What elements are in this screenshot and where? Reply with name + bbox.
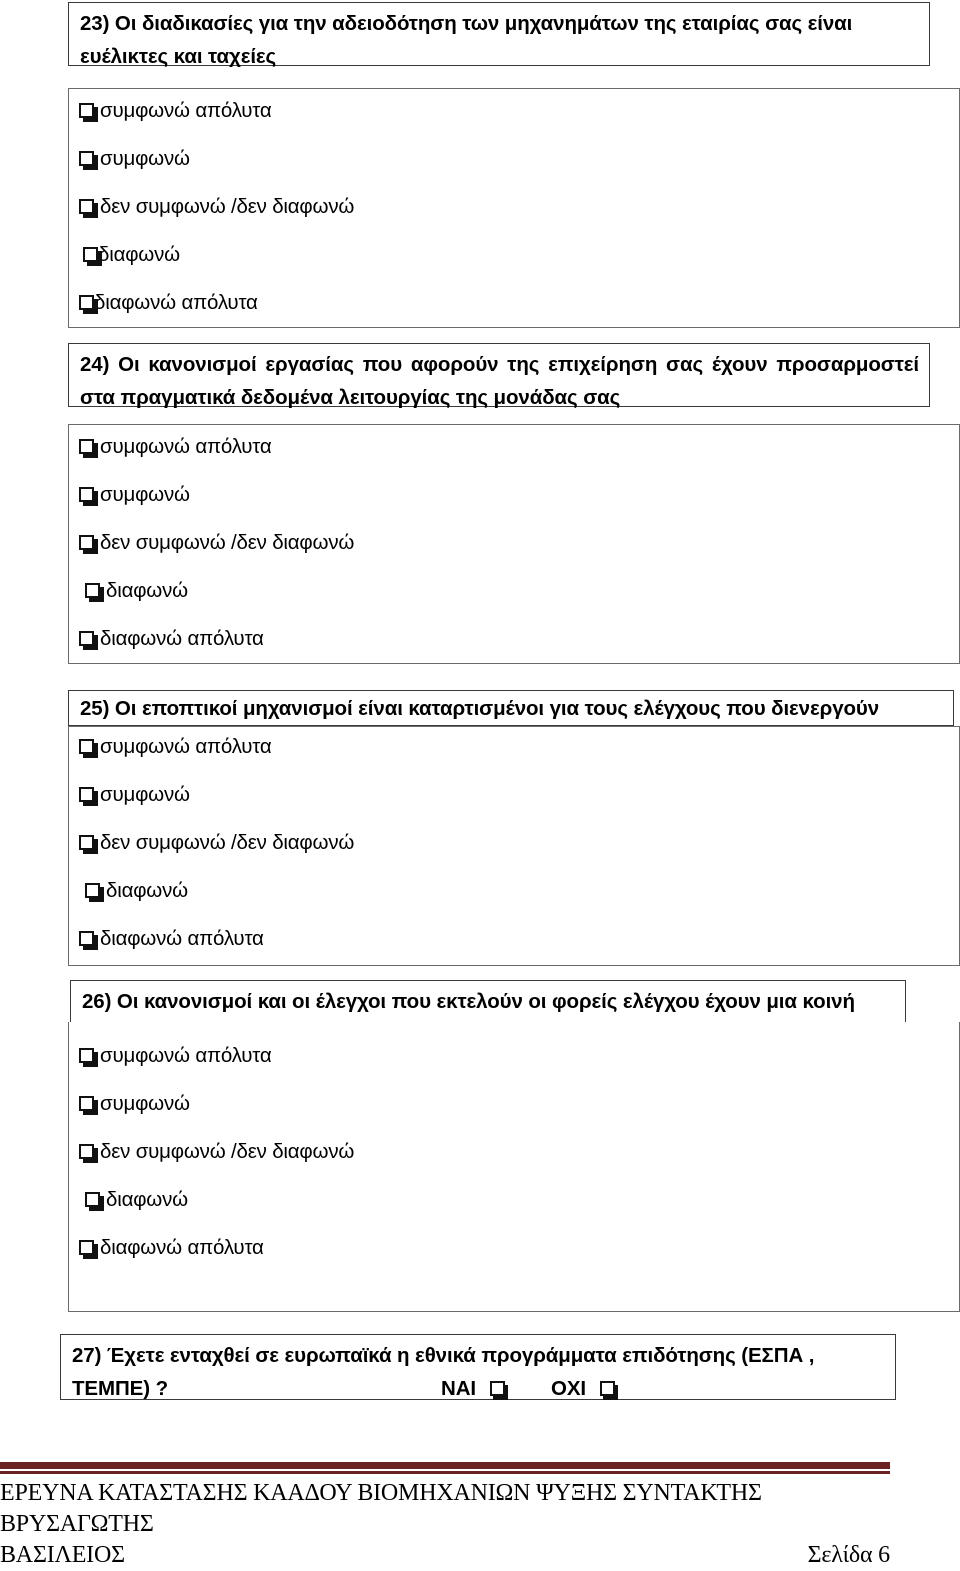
option-row[interactable]: διαφωνώ απόλυτα (79, 291, 258, 315)
option-row[interactable]: διαφωνώ (85, 879, 188, 903)
option-label: συμφωνώ απόλυτα (100, 99, 272, 122)
question-27-line2: ΤΕΜΠΕ) ? ΝΑΙ ΟΧΙ (61, 1372, 916, 1409)
option-row[interactable]: συμφωνώ απόλυτα (79, 1044, 272, 1068)
option-label: συμφωνώ απόλυτα (100, 1044, 272, 1067)
question-25-header-box: 25) Οι εποπτικοί μηχανισμοί είναι καταρτ… (68, 690, 954, 726)
option-row[interactable]: συμφωνώ απόλυτα (79, 99, 272, 123)
answer-no-group[interactable]: ΟΧΙ (551, 1372, 619, 1405)
checkbox-icon[interactable] (79, 483, 98, 507)
option-label: συμφωνώ απόλυτα (100, 435, 272, 458)
option-label: διαφωνώ απόλυτα (100, 627, 264, 650)
question-24-header-box: 24) Οι κανονισμοί εργασίας που αφορούν τ… (68, 343, 930, 409)
checkbox-icon[interactable] (79, 627, 98, 651)
option-label: διαφωνώ (98, 243, 180, 266)
option-label: δεν συμφωνώ /δεν διαφωνώ (100, 195, 355, 218)
option-label: συμφωνώ απόλυτα (100, 735, 272, 758)
footer: ΕΡΕΥΝΑ ΚΑΤΑΣΤΑΣΗΣ ΚΑΑΔΟΥ ΒΙΟΜΗΧΑΝΙΩΝ ΨΥΞ… (0, 1478, 890, 1571)
option-row[interactable]: δεν συμφωνώ /δεν διαφωνώ (79, 831, 354, 855)
footer-rule-top (0, 1462, 890, 1469)
option-label: συμφωνώ (100, 1092, 190, 1115)
option-row[interactable]: διαφωνώ (85, 1188, 188, 1212)
answer-yes-group[interactable]: ΝΑΙ (441, 1372, 509, 1405)
checkbox-icon[interactable] (83, 243, 102, 267)
checkbox-icon[interactable] (79, 147, 98, 171)
option-row[interactable]: συμφωνώ (79, 783, 190, 807)
footer-author-row: ΒΑΣΙΛΕΙΟΣ Σελίδα 6 (0, 1540, 890, 1571)
question-26-options-box: συμφωνώ απόλυτα συμφωνώ δεν συμφωνώ /δεν… (68, 1022, 960, 1312)
option-row[interactable]: δεν συμφωνώ /δεν διαφωνώ (79, 531, 354, 555)
option-row[interactable]: διαφωνώ απόλυτα (79, 1236, 264, 1260)
footer-title: ΕΡΕΥΝΑ ΚΑΤΑΣΤΑΣΗΣ ΚΑΑΔΟΥ ΒΙΟΜΗΧΑΝΙΩΝ ΨΥΞ… (0, 1480, 762, 1537)
checkbox-icon[interactable] (85, 1188, 104, 1212)
answer-yes-label: ΝΑΙ (441, 1377, 477, 1400)
question-24-text: 24) Οι κανονισμοί εργασίας που αφορούν τ… (80, 353, 919, 409)
question-23-options-box: συμφωνώ απόλυτα συμφωνώ δεν συμφωνώ /δεν… (68, 88, 960, 328)
checkbox-icon[interactable] (79, 927, 98, 951)
question-25-options-box: συμφωνώ απόλυτα συμφωνώ δεν συμφωνώ /δεν… (68, 726, 960, 966)
option-label: δεν συμφωνώ /δεν διαφωνώ (100, 531, 355, 554)
option-row[interactable]: συμφωνώ (79, 147, 190, 171)
option-label: διαφωνώ (106, 579, 188, 602)
checkbox-icon[interactable] (79, 291, 98, 315)
footer-author: ΒΑΣΙΛΕΙΟΣ (0, 1542, 125, 1568)
checkbox-icon[interactable] (79, 1044, 98, 1068)
option-label: διαφωνώ (106, 1188, 188, 1211)
checkbox-icon[interactable] (79, 99, 98, 123)
checkbox-icon[interactable] (79, 1236, 98, 1260)
checkbox-icon[interactable] (599, 1372, 619, 1405)
checkbox-icon[interactable] (79, 195, 98, 219)
checkbox-icon[interactable] (79, 783, 98, 807)
option-row[interactable]: συμφωνώ (79, 1092, 190, 1116)
footer-separator (0, 1462, 890, 1474)
option-row[interactable]: συμφωνώ απόλυτα (79, 435, 272, 459)
option-row[interactable]: συμφωνώ (79, 483, 190, 507)
option-row[interactable]: διαφωνώ (85, 579, 188, 603)
option-label: διαφωνώ (106, 879, 188, 902)
option-label: διαφωνώ απόλυτα (100, 927, 264, 950)
checkbox-icon[interactable] (85, 579, 104, 603)
question-27-text-line1: 27) Έχετε ενταχθεί σε ευρωπαϊκά η εθνικά… (72, 1344, 815, 1367)
checkbox-icon[interactable] (79, 531, 98, 555)
checkbox-icon[interactable] (85, 879, 104, 903)
question-27-text-line2: ΤΕΜΠΕ) ? (72, 1377, 168, 1400)
option-label: δεν συμφωνώ /δεν διαφωνώ (100, 831, 355, 854)
option-label: δεν συμφωνώ /δεν διαφωνώ (100, 1140, 355, 1163)
option-row[interactable]: διαφωνώ απόλυτα (79, 927, 264, 951)
checkbox-icon[interactable] (79, 1092, 98, 1116)
option-row[interactable]: δεν συμφωνώ /δεν διαφωνώ (79, 195, 354, 219)
option-label: συμφωνώ (100, 147, 190, 170)
checkbox-icon[interactable] (79, 435, 98, 459)
option-row[interactable]: συμφωνώ απόλυτα (79, 735, 272, 759)
option-label: συμφωνώ (100, 783, 190, 806)
option-row[interactable]: διαφωνώ απόλυτα (79, 627, 264, 651)
checkbox-icon[interactable] (489, 1372, 509, 1405)
answer-no-label: ΟΧΙ (551, 1377, 587, 1400)
question-24-options-box: συμφωνώ απόλυτα συμφωνώ δεν συμφωνώ /δεν… (68, 424, 960, 664)
option-label: διαφωνώ απόλυτα (100, 1236, 264, 1259)
option-label: διαφωνώ απόλυτα (94, 291, 258, 314)
option-label: συμφωνώ (100, 483, 190, 506)
question-27-box: 27) Έχετε ενταχθεί σε ευρωπαϊκά η εθνικά… (60, 1334, 896, 1400)
option-row[interactable]: δεν συμφωνώ /δεν διαφωνώ (79, 1140, 354, 1164)
checkbox-icon[interactable] (79, 1140, 98, 1164)
checkbox-icon[interactable] (79, 735, 98, 759)
checkbox-icon[interactable] (79, 831, 98, 855)
footer-rule-bottom (0, 1471, 890, 1474)
footer-page-number: Σελίδα 6 (807, 1542, 891, 1568)
question-25-text: 25) Οι εποπτικοί μηχανισμοί είναι καταρτ… (80, 697, 880, 720)
question-23-header-box: 23) Οι διαδικασίες για την αδειοδότηση τ… (68, 2, 930, 68)
document-page: 23) Οι διαδικασίες για την αδειοδότηση τ… (0, 0, 960, 1568)
option-row[interactable]: διαφωνώ (83, 243, 180, 267)
question-23-text: 23) Οι διαδικασίες για την αδειοδότηση τ… (80, 12, 853, 68)
